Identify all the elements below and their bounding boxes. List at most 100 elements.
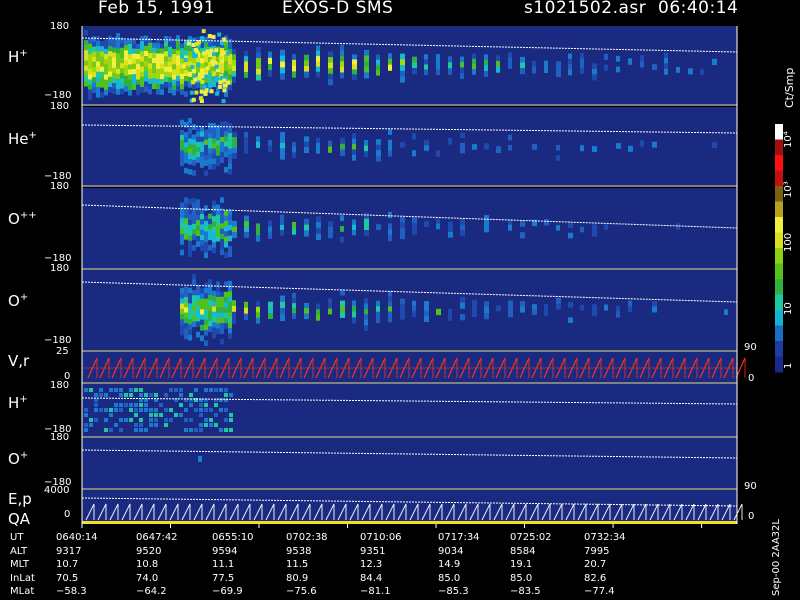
panel-h-plus-cell [436,69,440,75]
panel-h-plus-cell [132,79,136,85]
panel-he-plus-cell [556,145,560,151]
panel-h-plus-cell [304,60,309,67]
panel-h-plus-cell [84,80,88,87]
panel-o-plusplus-cell [212,200,216,207]
panel-h-plus-cell [108,56,112,62]
panel-o-plus-cell [424,311,429,317]
panel-o-plus-cell [424,316,429,322]
ephemeris-label: UT [10,532,24,543]
panel-h-plus-cell [84,70,88,77]
colorbar-segment [775,201,783,218]
panel-o-plus-cell [724,309,728,315]
panel-h-plus-cell [424,69,428,76]
panel-h-plus-lower-cell [164,423,168,427]
panel-he-plus-cell [292,142,296,148]
panel-h-plus-lower-cell [114,408,118,412]
panel-he-plus-cell [340,138,345,145]
panel-o-plus-cell [208,305,212,312]
panel-he-plus-cell [376,155,381,162]
panel-o-plusplus-cell [204,226,208,232]
panel-he-plus-cell [268,145,272,153]
panel-he-plus-cell [280,148,285,155]
panel-o-plusplus-cell [412,222,417,229]
panel-o-plus-cell [652,306,657,313]
panel-o-plus-cell [184,296,188,303]
panel-o-plus-cell [196,310,200,317]
panel-h-plus-cell [84,60,88,67]
panel-h-plus-cell [316,56,320,62]
panel-o-plusplus-cell [460,224,465,231]
panel-o-plus-cell [364,303,368,310]
panel-o-plusplus-cell [200,219,204,225]
panel-o-plus-cell [388,296,392,302]
panel-o-plus-cell [568,302,573,308]
panel-he-plus-cell [472,144,477,150]
panel-h-plus-cell [460,62,464,68]
panel-h-plus-cell [156,53,160,60]
ephemeris-cell: 85.0 [510,572,533,584]
panel-h-plus-cell [328,57,333,64]
panel-h-plus-cell [580,63,584,69]
panel-o-plusplus-cell [220,197,224,203]
colorbar-segment [775,155,783,171]
colorbar-segment [775,124,783,140]
panel-h-plus-lower-cell [99,408,103,412]
panel-h-plus-cell [172,79,176,86]
panel-h-plus-hotspot [197,76,202,81]
panel-he-plus-cell [352,154,356,161]
panel-h-plus-cell [84,65,88,72]
panel-h-plus-cell [256,58,261,65]
panel-h-plus-lower-cell [104,418,108,422]
panel-o-plusplus-cell [208,218,212,225]
panel-h-plus-cell [228,64,232,70]
panel-h-plus-lower-cell [129,393,133,397]
panel-h-plus-cell [168,36,172,43]
panel-o-plus-cell [328,298,332,304]
panel-h-plus-cell [164,81,168,88]
panel-o-plus-cell [400,308,405,315]
vr-rmin: 0 [748,373,755,384]
panel-h-plus-cell [448,62,452,69]
panel-h-plus-cell [176,55,180,62]
panel-o-plus-cell [388,316,392,323]
panel-h-plus-cell [96,56,100,62]
panel-h-plus-lower-cell [154,423,158,427]
panel-h-plus-lower-cell [124,418,128,422]
panel-he-plus-cell [228,163,232,170]
panel-o-plusplus-cell [316,233,321,240]
panel-h-plus-cell [532,60,536,68]
panel-o-plus-cell [520,301,525,308]
panel-o-plusplus-cell [220,244,224,250]
panel-o-plusplus-cell [204,221,208,227]
panel-h-plus-cell [352,69,357,75]
panel-h-plus-lower-cell [204,418,208,422]
panel-h-plus-cell [328,51,333,58]
panel-o-plus-cell [216,286,220,293]
panel-h-plus-cell [232,65,236,72]
panel-he-plus-cell [424,140,429,146]
panel-o-plus-cell [212,311,216,318]
panel-o-plus-cell [192,290,196,296]
panel-h-plus-hotspot [220,41,224,45]
panel-h-plus-hotspot [207,34,212,38]
panel-o-plus-cell [216,328,220,335]
panel-h-plus-cell [200,63,204,69]
panel-h-plus-cell [108,81,112,88]
panel-h-plus-cell [148,37,152,44]
panel-h-plus-cell [172,43,176,50]
panel-h-plus-cell [124,80,128,87]
panel-o-plusplus-cell [412,217,417,224]
panel-o-plusplus-cell [188,251,192,257]
panel-h-plus-cell [340,61,344,68]
panel-h-plus-lower-cell [134,423,138,427]
panel-h-plus-cell [424,54,428,60]
panel-he-plus-cell [280,132,285,138]
ephemeris-cell: 0640:14 [56,532,98,543]
panel-o-plus-cell [352,317,356,324]
ephemeris-cell: 9351 [360,545,386,557]
panel-h-plus-lower-cell [144,403,148,407]
panel-h-plus-lower-cell [119,408,123,412]
panel-h-plus-cell [388,53,392,60]
panel-o-plusplus-cell [224,215,228,222]
panel-he-plus-cell [364,151,368,158]
